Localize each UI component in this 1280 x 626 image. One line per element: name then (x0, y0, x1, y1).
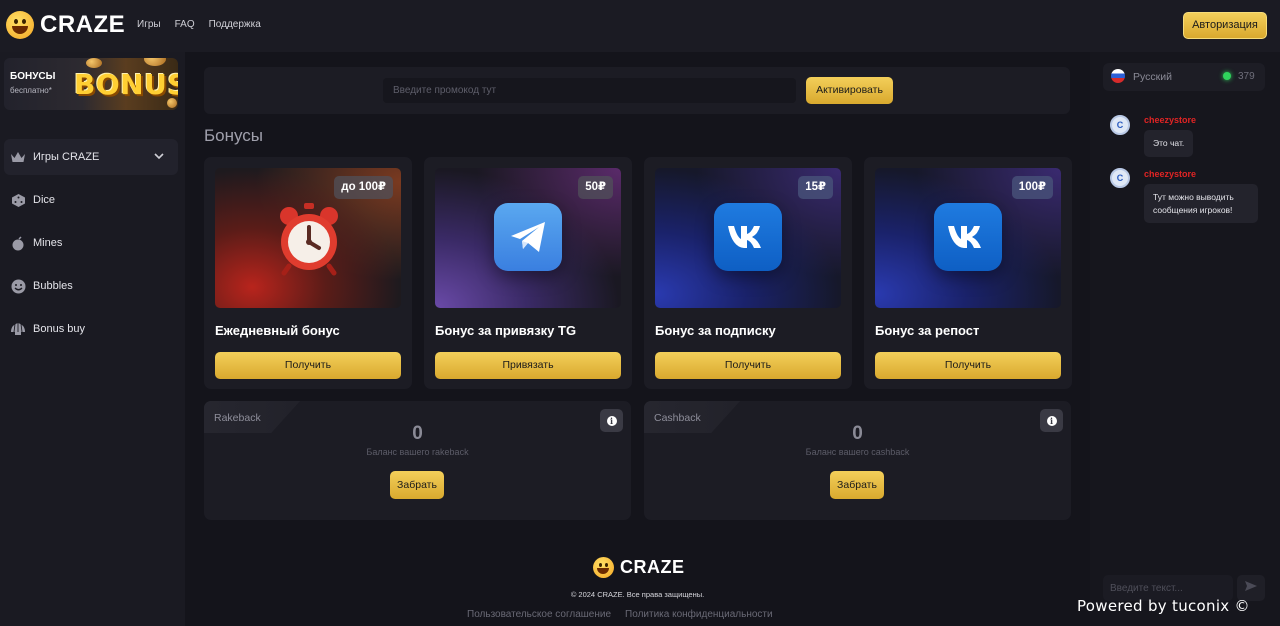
card-title: Ежедневный бонус (215, 323, 340, 338)
card-image: 100₽ (875, 168, 1061, 308)
sidebar-item-label: Bonus buy (33, 323, 85, 335)
crown-icon (10, 149, 26, 165)
claim-button[interactable]: Получить (215, 352, 401, 379)
claim-button[interactable]: Получить (655, 352, 841, 379)
vk-icon (934, 203, 1002, 271)
telegram-icon (494, 203, 562, 271)
message-text: Тут можно выводить сообщения игроков! (1144, 184, 1258, 223)
vk-icon (714, 203, 782, 271)
bonus-card-subscribe: 15₽ Бонус за подписку Получить (644, 157, 852, 389)
send-icon (1244, 579, 1258, 597)
activate-button[interactable]: Активировать (806, 77, 893, 104)
card-image: до 100₽ (215, 168, 401, 308)
banner-title: БОНУСЫ (10, 71, 56, 82)
claim-cashback-button[interactable]: Забрать (830, 471, 884, 499)
shell-icon (10, 321, 26, 337)
rakeback-subtitle: Баланс вашего rakeback (366, 447, 469, 457)
card-title: Бонус за привязку TG (435, 323, 577, 338)
rakeback-panel: Rakeback i 0 Баланс вашего rakeback Забр… (204, 401, 631, 520)
russia-flag-icon (1111, 69, 1125, 83)
card-title: Бонус за репост (875, 323, 980, 338)
privacy-link[interactable]: Политика конфиденциальности (625, 609, 773, 620)
sidebar-item-label: Mines (33, 237, 63, 249)
banner-subtitle: бесплатно* (10, 86, 52, 95)
nav-support[interactable]: Поддержка (209, 19, 261, 30)
alarm-clock-icon (271, 200, 347, 276)
rakeback-value: 0 (412, 423, 423, 444)
sidebar-item-craze-games[interactable]: Игры CRAZE (4, 139, 178, 175)
promo-code-input[interactable] (383, 78, 796, 103)
message-author[interactable]: cheezystore (1144, 169, 1196, 179)
card-image: 15₽ (655, 168, 841, 308)
sidebar-item-dice[interactable]: Dice (10, 190, 55, 210)
sidebar-item-label: Bubbles (33, 280, 73, 292)
smiley-icon (10, 278, 26, 294)
bonus-card-repost: 100₽ Бонус за репост Получить (864, 157, 1072, 389)
footer-brand-name: CRAZE (620, 557, 685, 577)
sidebar-item-label: Игры CRAZE (33, 151, 100, 163)
mine-icon (10, 235, 26, 251)
bonus-amount-badge: 100₽ (1011, 176, 1053, 199)
claim-button[interactable]: Получить (875, 352, 1061, 379)
brand-logo[interactable]: CRAZE (6, 11, 125, 39)
smiley-logo-icon (6, 11, 34, 39)
nav-games[interactable]: Игры (137, 19, 161, 30)
claim-rakeback-button[interactable]: Забрать (390, 471, 444, 499)
sidebar-item-bonus-buy[interactable]: Bonus buy (10, 319, 85, 339)
bonus-card-telegram: 50₽ Бонус за привязку TG Привязать (424, 157, 632, 389)
bonus-amount-badge: 50₽ (578, 176, 613, 199)
online-indicator-icon (1223, 72, 1231, 80)
chevron-down-icon (154, 151, 164, 163)
card-title: Бонус за подписку (655, 323, 776, 338)
chat-language: Русский (1133, 71, 1172, 83)
avatar[interactable]: C (1110, 168, 1130, 188)
bonus-banner[interactable]: БОНУСЫ бесплатно* BONUS (4, 58, 178, 110)
sidebar-item-mines[interactable]: Mines (10, 233, 62, 253)
footer-logo: CRAZE (593, 557, 685, 578)
card-image: 50₽ (435, 168, 621, 308)
message-text: Это чат. (1144, 130, 1194, 157)
dice-icon (10, 192, 26, 208)
banner-bonus-text: BONUS (74, 68, 178, 101)
bonus-amount-badge: 15₽ (798, 176, 833, 199)
main-nav: Игры FAQ Поддержка (137, 19, 261, 30)
link-button[interactable]: Привязать (435, 352, 621, 379)
brand-name: CRAZE (40, 11, 126, 38)
bonus-card-daily: до 100₽ Ежедневный бонус Получить (204, 157, 412, 389)
terms-link[interactable]: Пользовательское соглашение (467, 609, 611, 620)
nav-faq[interactable]: FAQ (175, 19, 195, 30)
cashback-subtitle: Баланс вашего cashback (805, 447, 910, 457)
coin-icon (86, 58, 102, 68)
coin-icon (144, 58, 166, 66)
watermark: Powered by tuconix © (1077, 597, 1250, 615)
sidebar-item-bubbles[interactable]: Bubbles (10, 276, 73, 296)
section-title: Бонусы (204, 126, 264, 145)
message-author[interactable]: cheezystore (1144, 115, 1196, 125)
footer-links: Пользовательское соглашение Политика кон… (467, 609, 773, 620)
auth-button[interactable]: Авторизация (1183, 12, 1267, 39)
avatar[interactable]: C (1110, 115, 1130, 135)
sidebar: БОНУСЫ бесплатно* BONUS Игры CRAZE Dice … (0, 52, 185, 626)
smiley-logo-icon (593, 557, 614, 578)
cashback-panel: Cashback i 0 Баланс вашего cashback Забр… (644, 401, 1071, 520)
sidebar-item-label: Dice (33, 194, 56, 206)
bonus-amount-badge: до 100₽ (334, 176, 393, 199)
cashback-value: 0 (852, 423, 863, 444)
online-count: 379 (1238, 71, 1255, 82)
